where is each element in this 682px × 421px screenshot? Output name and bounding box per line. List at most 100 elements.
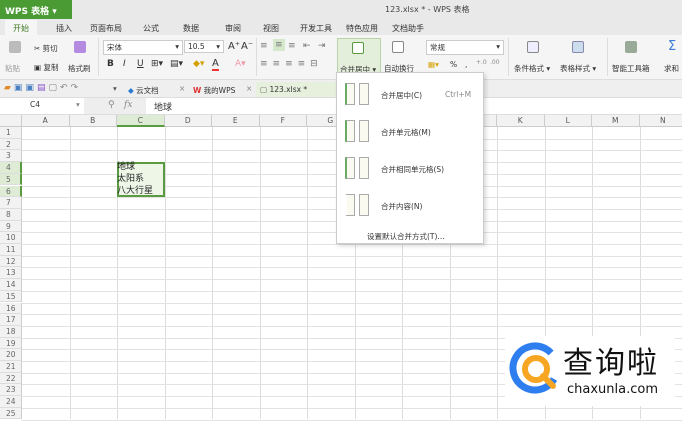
format-painter-icon[interactable] [74, 41, 86, 53]
row-header-2[interactable]: 2 [0, 139, 22, 151]
zoom-icon[interactable]: ⚲ [108, 100, 115, 110]
cut-button[interactable]: ✂ 剪切 [34, 43, 58, 54]
column-header-N[interactable]: N [640, 115, 682, 127]
doc-tab-cloud[interactable]: ◆ 云文档 [124, 82, 163, 97]
decimal-increase-icon[interactable]: +.0 [476, 59, 487, 66]
row-header-16[interactable]: 16 [0, 303, 22, 315]
cell-C4[interactable]: 地球 [117, 162, 135, 174]
thousands-icon[interactable]: , [465, 60, 467, 69]
horizontal-align-icons[interactable]: ≡≡≡≡⊟ [260, 59, 323, 69]
row-header-5[interactable]: 5 [0, 174, 22, 186]
font-shrink-icon[interactable]: A⁻ [241, 41, 253, 52]
copy-button[interactable]: ▣ 复制 [34, 62, 58, 73]
row-header-4[interactable]: 4 [0, 162, 22, 174]
column-header-L[interactable]: L [545, 115, 593, 127]
chevron-down-icon[interactable]: ▾ [113, 84, 117, 93]
tab-developer[interactable]: 开发工具 [300, 23, 332, 34]
row-header-7[interactable]: 7 [0, 197, 22, 209]
indent-icon[interactable]: ⇤ [303, 41, 311, 51]
percent-button[interactable]: % [450, 60, 457, 69]
column-header-E[interactable]: E [212, 115, 260, 127]
column-header-C[interactable]: C [117, 115, 165, 127]
tab-data[interactable]: 数据 [183, 23, 199, 34]
tab-home[interactable]: 开始 [5, 20, 37, 35]
decimal-decrease-icon[interactable]: .00 [490, 59, 500, 66]
conditional-format-button[interactable]: 条件格式 ▾ [514, 63, 550, 74]
fx-button[interactable]: fx [124, 100, 132, 110]
doc-tab-mywps[interactable]: W 我的WPS [189, 82, 239, 97]
currency-icon[interactable]: ▦▾ [428, 60, 439, 69]
number-format-select[interactable]: 常规▾ [426, 40, 504, 55]
menu-item-merge-4[interactable]: 合并内容(N) [337, 187, 483, 223]
row-header-21[interactable]: 21 [0, 361, 22, 373]
row-header-12[interactable]: 12 [0, 256, 22, 268]
select-all-corner[interactable] [0, 115, 22, 127]
tab-review[interactable]: 审阅 [225, 23, 241, 34]
row-header-6[interactable]: 6 [0, 186, 22, 198]
row-header-15[interactable]: 15 [0, 291, 22, 303]
doc-tab-123xlsx[interactable]: ▢ 123.xlsx * [256, 82, 336, 97]
merge-center-button[interactable]: 合并居中 ▾ [337, 38, 381, 76]
row-header-1[interactable]: 1 [0, 127, 22, 139]
row-header-10[interactable]: 10 [0, 232, 22, 244]
toolbox-icon[interactable] [625, 41, 637, 53]
row-header-20[interactable]: 20 [0, 349, 22, 361]
cell-C5[interactable]: 太阳系 [117, 174, 144, 186]
formula-input[interactable]: 地球 [154, 100, 172, 113]
tab-doc-assistant[interactable]: 文档助手 [392, 23, 424, 34]
clear-format-icon[interactable]: A▾ [235, 59, 246, 69]
row-header-8[interactable]: 8 [0, 209, 22, 221]
font-grow-icon[interactable]: A⁺ [228, 41, 240, 52]
tab-view[interactable]: 视图 [263, 23, 279, 34]
row-header-11[interactable]: 11 [0, 244, 22, 256]
menu-item-merge-3[interactable]: 合并相同单元格(S) [337, 150, 483, 186]
column-header-F[interactable]: F [260, 115, 308, 127]
bold-button[interactable]: B [107, 59, 114, 69]
menu-item-merge-1[interactable]: 合并居中(C)Ctrl+M [337, 76, 483, 112]
border-icon[interactable]: ⊞▾ [151, 59, 163, 69]
quick-access-icons[interactable]: ▰▣▣▤▢↶↷ [4, 83, 81, 93]
conditional-format-icon[interactable] [527, 41, 539, 53]
row-header-17[interactable]: 17 [0, 314, 22, 326]
align-bottom-icon[interactable]: ≡ [288, 41, 296, 51]
row-header-13[interactable]: 13 [0, 267, 22, 279]
sum-button[interactable]: 求和 [664, 63, 679, 74]
tab-insert[interactable]: 插入 [56, 23, 72, 34]
underline-button[interactable]: U [137, 59, 144, 69]
tab-features[interactable]: 特色应用 [346, 23, 378, 34]
row-header-9[interactable]: 9 [0, 221, 22, 233]
table-style-button[interactable]: 表格样式 ▾ [560, 63, 596, 74]
format-painter-button[interactable]: 格式刷 [68, 63, 91, 74]
close-icon[interactable]: × [179, 84, 185, 93]
column-header-K[interactable]: K [497, 115, 545, 127]
sum-icon[interactable]: Σ [668, 39, 676, 54]
merge-cell-icon[interactable]: ▤▾ [170, 59, 183, 69]
align-middle-icon[interactable]: ≡ [273, 39, 285, 51]
row-header-19[interactable]: 19 [0, 338, 22, 350]
paste-button[interactable]: 粘贴 [5, 63, 20, 74]
app-menu-button[interactable]: WPS 表格 ▾ [0, 0, 72, 19]
menu-item-merge-2[interactable]: 合并单元格(M) [337, 113, 483, 149]
row-header-23[interactable]: 23 [0, 384, 22, 396]
outdent-icon[interactable]: ⇥ [318, 41, 326, 51]
font-color-icon[interactable]: A [212, 58, 219, 71]
row-header-14[interactable]: 14 [0, 279, 22, 291]
font-name-select[interactable]: 宋体▾ [103, 40, 183, 55]
italic-button[interactable]: I [123, 59, 126, 69]
row-header-25[interactable]: 25 [0, 408, 22, 420]
close-icon[interactable]: × [246, 84, 252, 93]
row-header-18[interactable]: 18 [0, 326, 22, 338]
font-size-select[interactable]: 10.5▾ [184, 40, 224, 53]
tab-page-layout[interactable]: 页面布局 [90, 23, 122, 34]
wrap-text-icon[interactable] [392, 41, 404, 53]
row-header-22[interactable]: 22 [0, 373, 22, 385]
menu-item-set-default[interactable]: 设置默认合并方式(T)... [367, 231, 445, 242]
row-header-24[interactable]: 24 [0, 396, 22, 408]
cell-C6[interactable]: 八大行星 [117, 186, 153, 198]
column-header-M[interactable]: M [592, 115, 640, 127]
name-box[interactable]: C4▾ [0, 99, 82, 110]
table-style-icon[interactable] [572, 41, 584, 53]
paste-icon[interactable] [9, 41, 21, 53]
align-top-icon[interactable]: ≡ [260, 41, 268, 51]
column-header-D[interactable]: D [165, 115, 213, 127]
